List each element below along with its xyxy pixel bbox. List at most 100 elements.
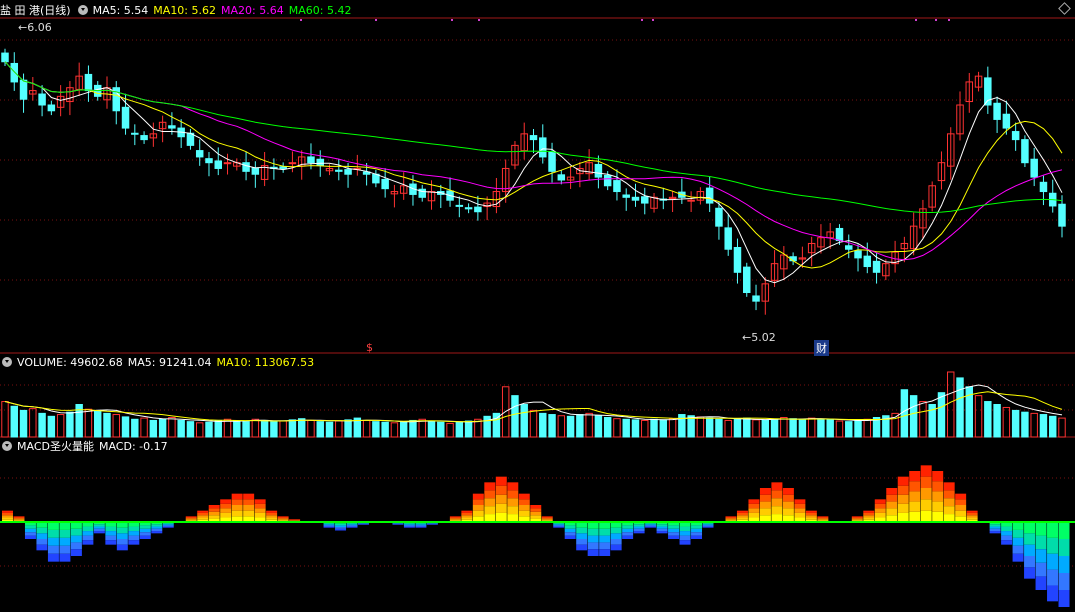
macd-bar: [587, 549, 599, 556]
macd-bar: [966, 515, 978, 518]
macd-bar: [691, 528, 703, 533]
candle-body: [835, 227, 844, 242]
macd-bar: [484, 498, 496, 507]
volume-bar: [520, 404, 528, 438]
candle-body: [872, 260, 881, 273]
macd-bar: [932, 491, 944, 502]
volume-bar: [919, 401, 927, 438]
macd-bar: [335, 525, 347, 528]
finance-marker[interactable]: 财: [814, 340, 829, 356]
macd-bar: [507, 506, 519, 515]
volume-bar: [937, 392, 946, 438]
volume-bar: [511, 395, 519, 438]
macd-bar: [599, 535, 611, 543]
macd-bar: [874, 512, 886, 518]
volume-dropdown-icon[interactable]: [2, 357, 12, 367]
macd-bar: [587, 542, 599, 550]
macd-bar: [220, 503, 232, 509]
ma20-line: [4, 61, 1063, 261]
macd-bar: [989, 524, 1001, 527]
candle-body: [316, 158, 324, 167]
stock-title[interactable]: 盐 田 港(日线): [0, 4, 71, 17]
macd-bar: [736, 512, 748, 516]
volume-bar: [399, 421, 408, 438]
macd-bar: [1035, 576, 1047, 590]
macd-bar: [518, 499, 530, 505]
volume-bar: [47, 415, 56, 438]
macd-bar: [335, 523, 347, 526]
macd-bar: [587, 528, 599, 536]
dropdown-icon[interactable]: [77, 5, 88, 15]
macd-bar: [702, 526, 714, 528]
macd-bar: [610, 544, 622, 551]
volume-bar: [325, 421, 334, 438]
macd-bar: [851, 518, 863, 520]
macd-bar: [323, 524, 335, 526]
macd-bar: [185, 519, 197, 521]
stock-chart[interactable]: [0, 0, 1075, 612]
macd-bar: [530, 505, 542, 509]
macd-bar: [518, 510, 530, 517]
macd-bar: [47, 553, 59, 562]
macd-bar: [886, 508, 898, 516]
macd-bar: [472, 510, 484, 517]
volume-bar: [761, 419, 770, 438]
macd-value: MACD: -0.17: [98, 440, 168, 453]
macd-bar: [323, 526, 335, 528]
macd-bar: [82, 540, 94, 545]
macd-bar: [576, 527, 588, 534]
macd-bar: [461, 517, 473, 520]
macd-bar: [289, 519, 301, 520]
macd-bar: [679, 540, 691, 545]
volume-bar: [854, 419, 862, 438]
volume-bar: [613, 418, 621, 438]
candle-body: [854, 250, 862, 259]
macd-bar: [449, 518, 461, 520]
volume-bar: [427, 420, 436, 438]
macd-bar: [162, 525, 174, 527]
macd-bar: [874, 503, 886, 509]
candle-body: [1, 52, 9, 63]
macd-bar: [656, 524, 668, 527]
macd-bar: [277, 518, 289, 520]
macd-bar: [725, 517, 737, 519]
macd-bar: [863, 517, 875, 520]
macd-bar: [449, 516, 461, 518]
macd-bar: [564, 528, 576, 533]
macd-bar: [266, 517, 278, 520]
macd-bar: [564, 535, 576, 539]
volume-bar: [900, 389, 909, 438]
volume-bar: [956, 377, 964, 438]
macd-bar: [771, 514, 783, 522]
macd-bar: [943, 498, 955, 507]
volume-ma5-label: MA5: 91241.04: [127, 356, 212, 369]
macd-bar: [59, 545, 71, 554]
volume-bar: [66, 411, 74, 438]
macd-bar: [1035, 562, 1047, 577]
volume-bar: [984, 401, 992, 438]
macd-bar: [1012, 545, 1024, 554]
macd-dropdown-icon[interactable]: [2, 441, 12, 451]
macd-bar: [897, 485, 909, 495]
volume-bar: [233, 420, 241, 438]
candle-body: [307, 156, 315, 164]
macd-bar: [415, 526, 427, 528]
macd-bar: [116, 544, 128, 551]
macd-bar: [1058, 573, 1070, 590]
macd-bar: [805, 517, 817, 520]
macd-bar: [966, 512, 978, 516]
macd-bar: [461, 510, 473, 513]
macd-bar: [1047, 537, 1059, 554]
candle-body: [631, 196, 640, 201]
macd-bar: [1047, 569, 1059, 586]
dividend-marker[interactable]: $: [366, 341, 373, 354]
volume-bar: [372, 421, 380, 438]
macd-bar: [564, 532, 576, 536]
macd-bar: [587, 535, 599, 543]
macd-bar: [748, 503, 760, 509]
volume-bar: [223, 418, 232, 438]
macd-bar: [139, 528, 151, 533]
volume-bar: [705, 417, 714, 438]
macd-bar: [472, 493, 484, 500]
candle-body: [195, 150, 204, 158]
